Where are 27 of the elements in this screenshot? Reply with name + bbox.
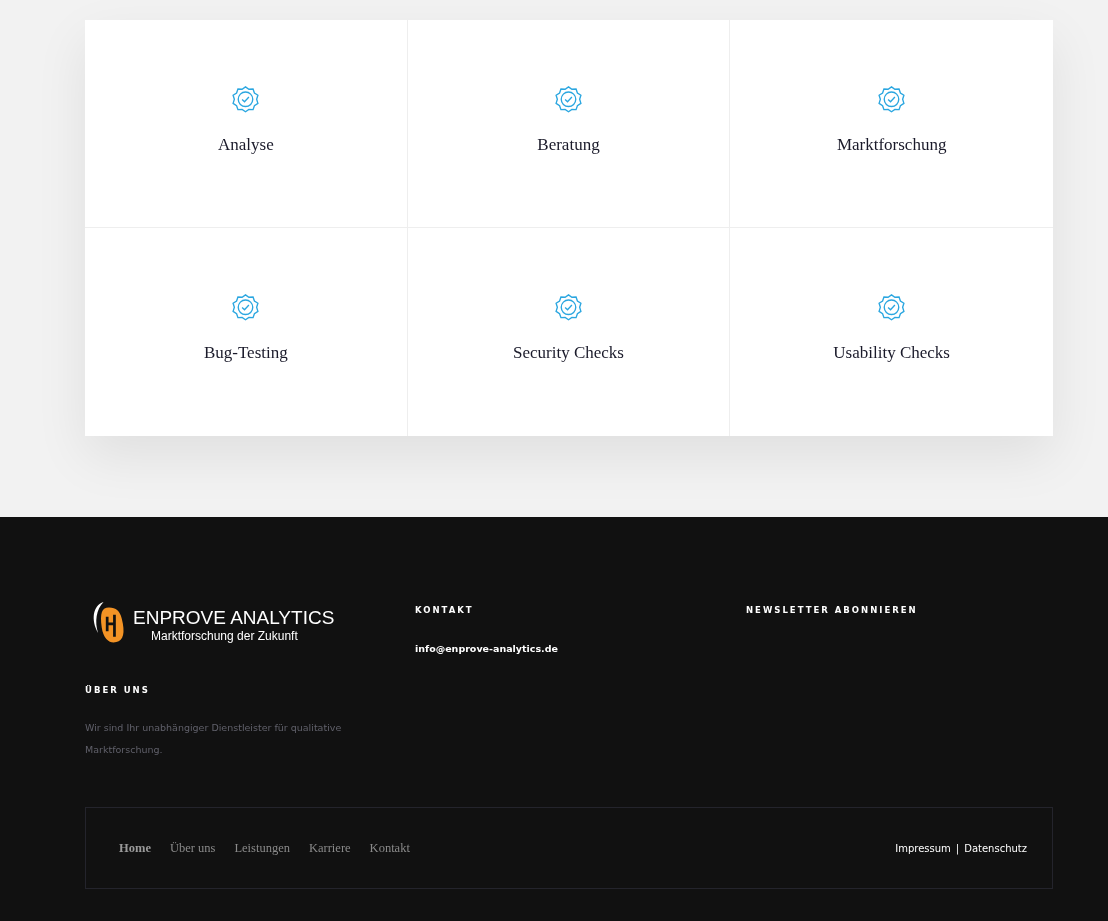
newsletter-heading: NEWSLETTER ABONNIEREN (746, 605, 919, 615)
about-heading: ÜBER UNS (85, 685, 151, 695)
service-title: Marktforschung (836, 135, 947, 155)
service-title: Security Checks (513, 343, 624, 363)
footer-nav-link[interactable]: Über uns (169, 840, 216, 856)
badge-check-icon (230, 291, 262, 322)
service-title: Beratung (537, 135, 600, 155)
service-title: Analyse (217, 135, 274, 155)
badge-check-icon (553, 83, 584, 114)
footer-nav-link[interactable]: Karriere (308, 840, 351, 856)
legal-link[interactable]: Impressum (895, 842, 951, 854)
contact-heading: KONTAKT (415, 605, 475, 615)
footer-nav-link[interactable]: Home (119, 840, 151, 856)
footer-nav-link[interactable]: Kontakt (369, 840, 410, 856)
service-title: Usability Checks (833, 343, 950, 363)
legal-link[interactable]: Datenschutz (964, 842, 1027, 854)
badge-check-icon (553, 291, 584, 322)
email-link[interactable]: info@enprove-analytics.de (415, 643, 558, 654)
about-text: Wir sind Ihr unabhängiger Dienstleister für qualitative Marktforschung. (85, 721, 343, 757)
service-title: Bug-Testing (203, 343, 288, 363)
separator-text: | (955, 842, 960, 854)
badge-check-icon (230, 83, 262, 114)
logo-tagline: Marktforschung der Zukunft (151, 629, 299, 643)
footer-nav-link[interactable]: Leistungen (234, 840, 290, 856)
badge-check-icon (876, 83, 908, 114)
badge-check-icon (876, 291, 908, 322)
logo-name: ENPROVE ANALYTICS (133, 607, 335, 629)
